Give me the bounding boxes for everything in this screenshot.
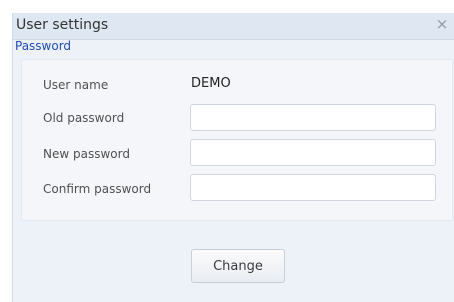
change-button[interactable]: Change bbox=[191, 249, 285, 283]
dialog-title-bar: User settings × bbox=[13, 13, 454, 40]
new-password-field[interactable] bbox=[190, 139, 436, 166]
close-icon[interactable]: × bbox=[435, 16, 449, 32]
user-name-value: DEMO bbox=[191, 76, 231, 91]
dialog-title: User settings bbox=[16, 17, 109, 33]
confirm-password-field[interactable] bbox=[190, 174, 436, 201]
confirm-password-label: Confirm password bbox=[43, 182, 152, 196]
old-password-field[interactable] bbox=[190, 104, 436, 131]
user-settings-dialog: User settings × Password User name DEMO … bbox=[12, 13, 454, 302]
new-password-label: New password bbox=[43, 147, 130, 161]
old-password-label: Old password bbox=[43, 111, 125, 125]
user-name-label: User name bbox=[43, 78, 109, 92]
password-group-title: Password bbox=[15, 39, 72, 53]
